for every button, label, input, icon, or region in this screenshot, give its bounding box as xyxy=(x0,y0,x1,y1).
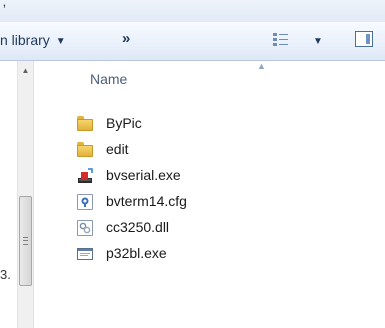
preview-pane-icon[interactable] xyxy=(355,31,373,47)
title-fragment: , xyxy=(0,0,7,9)
dll-file-icon xyxy=(77,220,93,236)
views-icon[interactable] xyxy=(272,31,290,49)
sort-ascending-icon: ▲ xyxy=(257,61,266,71)
list-item[interactable]: bvterm14.cfg xyxy=(34,190,385,216)
list-item[interactable]: bvserial.exe xyxy=(34,164,385,190)
file-name: edit xyxy=(106,141,129,157)
window-app-icon xyxy=(77,246,93,262)
column-header-row: ▲ Name xyxy=(34,61,385,93)
file-name: p32bl.exe xyxy=(106,245,167,261)
more-commands-button[interactable]: » xyxy=(122,30,130,47)
list-item[interactable]: cc3250.dll xyxy=(34,216,385,242)
folder-icon xyxy=(77,142,93,158)
file-name: bvterm14.cfg xyxy=(106,193,187,209)
executable-icon xyxy=(77,168,93,184)
config-file-icon xyxy=(77,194,93,210)
list-item[interactable]: ByPic xyxy=(34,112,385,138)
file-list: ByPic edit bvserial.exe bvterm14.cfg cc3… xyxy=(34,112,385,268)
window-top-strip: , xyxy=(0,0,385,23)
command-toolbar: n library ▼ » ▼ xyxy=(0,22,385,61)
file-name: cc3250.dll xyxy=(106,219,170,235)
list-item[interactable]: edit xyxy=(34,138,385,164)
include-in-library-button[interactable]: n library ▼ xyxy=(0,32,66,48)
file-name: ByPic xyxy=(106,115,142,131)
file-name: bvserial.exe xyxy=(106,167,181,183)
column-header-name[interactable]: Name xyxy=(90,71,127,87)
chevron-down-icon: ▼ xyxy=(55,36,66,47)
scroll-up-button[interactable]: ▲ xyxy=(18,63,33,78)
grip-icon xyxy=(23,237,28,245)
nav-fragment: 3. xyxy=(0,267,11,282)
navigation-pane-edge: 3. xyxy=(0,61,17,328)
list-item[interactable]: p32bl.exe xyxy=(34,242,385,268)
folder-icon xyxy=(77,116,93,132)
views-chevron-down-icon[interactable]: ▼ xyxy=(313,36,323,47)
include-in-library-label: n library xyxy=(0,32,50,48)
vertical-scrollbar[interactable]: ▲ xyxy=(17,61,34,328)
scrollbar-thumb[interactable] xyxy=(19,196,32,286)
